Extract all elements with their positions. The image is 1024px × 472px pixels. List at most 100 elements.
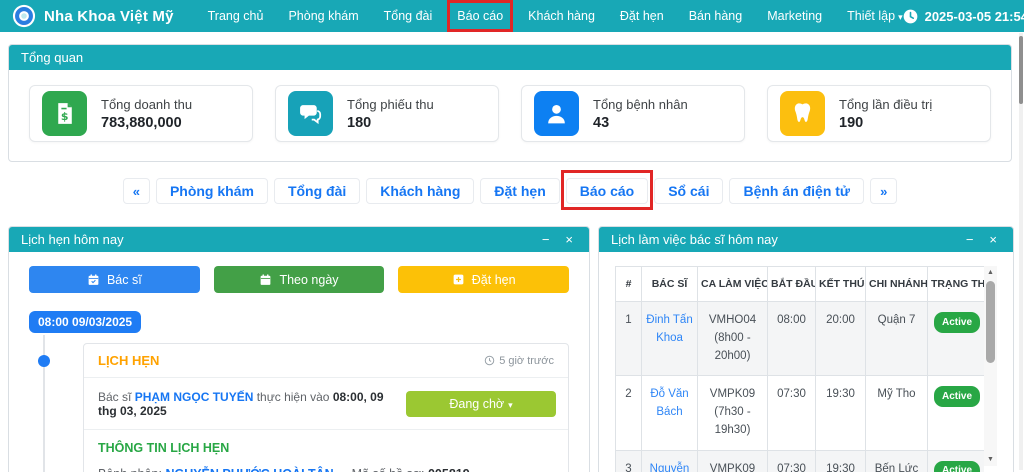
record-cell: Mã số hồ sơ: 005819 [352,467,554,472]
quicknav-next-button[interactable]: » [870,178,898,204]
doctor-name-link[interactable]: PHẠM NGỌC TUYẾN [135,390,254,404]
minimize-icon[interactable]: − [966,233,974,246]
calendar-icon [259,273,272,286]
quicknav-khach-hang[interactable]: Khách hàng [366,178,475,204]
table-scrollbar[interactable]: ▲ ▼ [984,266,997,466]
col-num: # [615,266,642,302]
nav-item-khach-hang[interactable]: Khách hàng [528,7,595,25]
doctor-schedule-panel: Lịch làm việc bác sĩ hôm nay − × # BÁC S… [598,226,1014,472]
schedule-table: # BÁC SĨ CA LÀM VIỆC BẮT ĐẦU KẾT THÚC CH… [615,266,984,472]
nav-item-thiet-lap[interactable]: Thiết lập ▾ [847,7,902,25]
app-logo-icon [12,4,36,28]
stat-value: 783,880,000 [101,114,182,131]
patient-cell: Bệnh nhân: NGUYỄN PHƯỚC HOÀI TÂN [98,467,340,472]
quicknav-bao-cao[interactable]: Báo cáo [560,170,654,210]
overview-title: Tổng quan [21,50,84,65]
panels-row: Lịch hẹn hôm nay − × Bác sĩ Theo ngày Đặ… [8,226,1014,472]
nav-right-cluster: 2025-03-05 21:54:43 10 [903,5,1024,27]
minimize-icon[interactable]: − [542,233,550,246]
stat-value: 180 [347,114,372,131]
col-doctor: BÁC SĨ [641,266,698,302]
nav-item-bao-cao[interactable]: Báo cáo [447,0,514,32]
brand[interactable]: Nha Khoa Việt Mỹ [12,4,174,28]
status-badge: Active [933,386,980,407]
tooth-icon [780,91,825,136]
timeline-dot [38,355,50,367]
appointment-info-heading: THÔNG TIN LỊCH HẸN [98,441,230,455]
nav-item-trang-chu[interactable]: Trang chủ [208,7,264,25]
comments-icon [288,91,333,136]
timeline-time-badge: 08:00 09/03/2025 [29,311,142,333]
quicknav-dat-hen[interactable]: Đặt hẹn [480,178,560,204]
col-start: BẮT ĐẦU [767,266,816,302]
table-row: 1 Đinh Tấn Khoa VMHO04 (8h00 - 20h00) 08… [615,300,984,377]
invoice-dollar-icon: $ [42,91,87,136]
appointment-time-ago: 5 giờ trước [484,355,554,367]
status-dropdown-button[interactable]: Đang chờ ▾ [406,391,556,417]
stat-label: Tổng doanh thu [101,96,193,112]
doctor-link[interactable]: Nguyễn Hải Sơn [648,463,690,472]
top-navbar: Nha Khoa Việt Mỹ Trang chủ Phòng khám Tổ… [0,0,1024,32]
page-scrollbar-thumb[interactable] [1019,36,1023,104]
appointment-card: LỊCH HẸN 5 giờ trước Bác sĩ PHẠM NGỌC TU… [83,343,569,472]
nav-item-tong-dai[interactable]: Tổng đài [384,7,433,25]
quicknav-benh-an-dien-tu[interactable]: Bệnh án điện tử [729,178,865,204]
close-icon[interactable]: × [989,233,997,246]
quicknav-so-cai[interactable]: Sổ cái [654,178,724,204]
appointments-panel: Lịch hẹn hôm nay − × Bác sĩ Theo ngày Đặ… [8,226,590,472]
close-icon[interactable]: × [565,233,573,246]
stat-card-revenue: $ Tổng doanh thu 783,880,000 [29,85,253,142]
doctor-filter-button[interactable]: Bác sĩ [29,266,200,293]
table-row: 2 Đỗ Văn Bách VMPK09 (7h30 - 19h30) 07:3… [615,375,984,451]
doctor-link[interactable]: Đinh Tấn Khoa [646,314,692,344]
clock-icon [903,9,918,24]
chevron-down-icon: ▾ [898,12,903,22]
doctor-link[interactable]: Đỗ Văn Bách [650,388,688,418]
appointments-timeline: 08:00 09/03/2025 LỊCH HẸN 5 giờ trước Bá… [29,311,569,472]
status-badge: Active [933,312,980,333]
stat-value: 43 [593,114,610,131]
patient-name-link[interactable]: NGUYỄN PHƯỚC HOÀI TÂN [165,467,333,472]
stat-label: Tổng bệnh nhân [593,96,688,112]
appointment-actions: Bác sĩ Theo ngày Đặt hẹn [29,266,570,293]
overview-panel: Tổng quan $ Tổng doanh thu 783,880,000 T… [8,44,1012,162]
doctor-schedule-header: Lịch làm việc bác sĩ hôm nay − × [599,227,1013,252]
nav-item-marketing[interactable]: Marketing [767,7,822,25]
stat-value: 190 [839,114,864,131]
quicknav-prev-button[interactable]: « [122,178,150,204]
record-number: 005819 [428,467,470,472]
col-branch: CHI NHÁNH [865,266,928,302]
calendar-check-icon [87,273,100,286]
appointment-summary: Bác sĩ PHẠM NGỌC TUYẾN thực hiện vào 08:… [98,390,384,418]
scroll-up-icon[interactable]: ▲ [987,266,994,279]
nav-item-ban-hang[interactable]: Bán hàng [689,7,743,25]
table-row: 3 Nguyễn Hải Sơn VMPK09 (7h30 - 19h30) 0… [615,449,984,472]
status-badge: Active [933,460,980,472]
stat-label: Tổng lần điều trị [839,96,933,112]
table-scrollbar-thumb[interactable] [986,281,995,363]
appointments-panel-header: Lịch hẹn hôm nay − × [9,227,589,252]
col-shift: CA LÀM VIỆC [697,266,768,302]
svg-text:$: $ [61,110,69,123]
nav-datetime: 2025-03-05 21:54:43 [903,9,1024,24]
doctor-schedule-title: Lịch làm việc bác sĩ hôm nay [611,232,778,247]
book-appointment-button[interactable]: Đặt hẹn [398,266,570,293]
scroll-down-icon[interactable]: ▼ [987,453,994,466]
quicknav-phong-kham[interactable]: Phòng khám [155,178,268,204]
overview-cards: $ Tổng doanh thu 783,880,000 Tổng phiếu … [9,70,1011,161]
by-day-filter-button[interactable]: Theo ngày [213,266,385,293]
quicknav-tong-dai[interactable]: Tổng đài [273,178,361,204]
schedule-table-wrapper: # BÁC SĨ CA LÀM VIỆC BẮT ĐẦU KẾT THÚC CH… [615,266,984,472]
nav-item-phong-kham[interactable]: Phòng khám [288,7,358,25]
patient-icon [534,91,579,136]
table-header-row: # BÁC SĨ CA LÀM VIỆC BẮT ĐẦU KẾT THÚC CH… [615,266,984,302]
main-content: Tổng quan $ Tổng doanh thu 783,880,000 T… [0,32,1024,472]
stat-card-receipts: Tổng phiếu thu 180 [275,85,499,142]
nav-item-dat-hen[interactable]: Đặt hẹn [620,7,664,25]
appointment-card-heading: LỊCH HẸN [98,353,160,368]
col-status: TRẠNG THÁI [927,266,984,302]
quick-nav: « Phòng khám Tổng đài Khách hàng Đặt hẹn… [8,170,1012,210]
small-clock-icon [484,355,495,366]
stat-card-patients: Tổng bệnh nhân 43 [521,85,745,142]
stat-card-treatments: Tổng lần điều trị 190 [767,85,991,142]
